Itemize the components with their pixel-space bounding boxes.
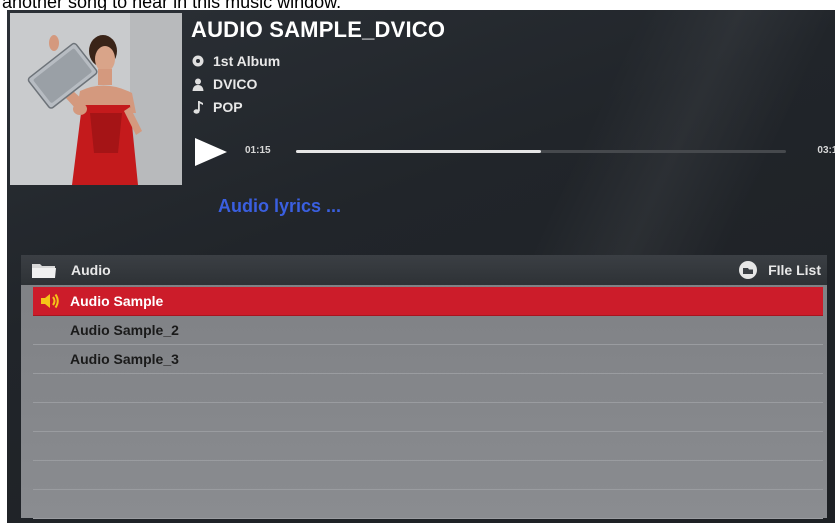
playback-bar: 01:15 03:10	[193, 135, 835, 167]
file-list-icon	[739, 261, 758, 279]
progress-fill	[296, 150, 541, 153]
disc-icon	[191, 54, 205, 68]
current-time: 01:15	[245, 145, 271, 156]
album-name: 1st Album	[213, 53, 281, 69]
playlist-rows: Audio Sample Audio Sample_2 Audio Sample_3	[33, 287, 823, 519]
list-item-label: Audio Sample	[70, 293, 164, 309]
speaker-icon	[41, 293, 59, 309]
list-item[interactable]: Audio Sample_3	[33, 345, 823, 374]
playlist-header: Audio FIle List	[21, 255, 827, 285]
folder-name: Audio	[71, 262, 111, 278]
artist-name: DVICO	[213, 76, 258, 92]
music-note-icon	[191, 100, 205, 114]
track-title: AUDIO SAMPLE_DVICO	[191, 17, 446, 42]
list-item[interactable]	[33, 403, 823, 432]
list-item[interactable]	[33, 374, 823, 403]
file-list-button[interactable]: FIle List	[738, 260, 821, 280]
list-item[interactable]	[33, 432, 823, 461]
file-list-label: FIle List	[768, 262, 821, 278]
person-icon	[191, 77, 205, 91]
progress-slider[interactable]	[296, 150, 786, 153]
list-item[interactable]	[33, 461, 823, 490]
genre-name: POP	[213, 99, 243, 115]
album-art	[10, 13, 182, 185]
playlist-panel: Audio FIle List Audio Sample Audio Sample…	[21, 255, 827, 519]
genre-row: POP	[191, 97, 243, 117]
lyrics-text: Audio lyrics ...	[218, 196, 342, 216]
list-item[interactable]: Audio Sample	[33, 287, 823, 316]
play-button[interactable]	[193, 137, 229, 167]
list-item[interactable]: Audio Sample_2	[33, 316, 823, 345]
duration-time: 03:10	[817, 145, 835, 156]
artist-row: DVICO	[191, 74, 257, 94]
music-player-window: AUDIO SAMPLE_DVICO 1st Album DVICO POP 0…	[7, 10, 835, 523]
play-icon	[195, 138, 227, 166]
list-item[interactable]	[33, 490, 823, 519]
list-item-label: Audio Sample_2	[70, 322, 179, 338]
album-row: 1st Album	[191, 51, 280, 71]
folder-icon	[32, 264, 56, 278]
list-item-label: Audio Sample_3	[70, 351, 179, 367]
